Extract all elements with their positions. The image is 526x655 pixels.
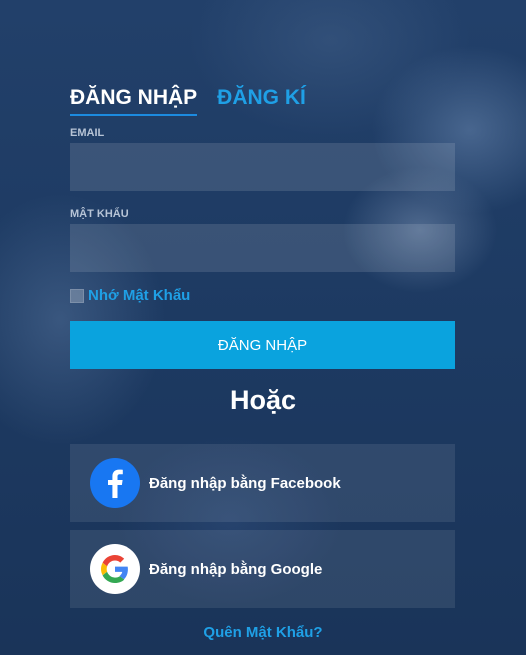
remember-label[interactable]: Nhớ Mật Khẩu: [88, 287, 190, 304]
tab-login[interactable]: ĐĂNG NHẬP: [70, 86, 198, 116]
password-field[interactable]: [70, 224, 455, 272]
remember-me: Nhớ Mật Khẩu: [70, 287, 190, 304]
facebook-login-label: Đăng nhập bằng Facebook: [149, 474, 341, 492]
forgot-password-link[interactable]: Quên Mật Khẩu?: [0, 624, 526, 641]
facebook-icon: [90, 458, 140, 508]
google-login-label: Đăng nhập bằng Google: [149, 560, 323, 578]
password-label: MẬT KHẨU: [70, 208, 129, 220]
facebook-login-button[interactable]: Đăng nhập bằng Facebook: [70, 444, 455, 522]
remember-checkbox[interactable]: [70, 288, 84, 303]
google-login-button[interactable]: Đăng nhập bằng Google: [70, 530, 455, 608]
email-label: EMAIL: [70, 127, 105, 139]
or-divider: Hoặc: [229, 385, 297, 415]
email-field[interactable]: [70, 143, 455, 191]
login-button[interactable]: ĐĂNG NHẬP: [70, 321, 455, 369]
tab-register[interactable]: ĐĂNG KÍ: [217, 86, 306, 116]
google-icon: [90, 544, 140, 594]
auth-tabs: ĐĂNG NHẬP ĐĂNG KÍ: [70, 86, 306, 116]
